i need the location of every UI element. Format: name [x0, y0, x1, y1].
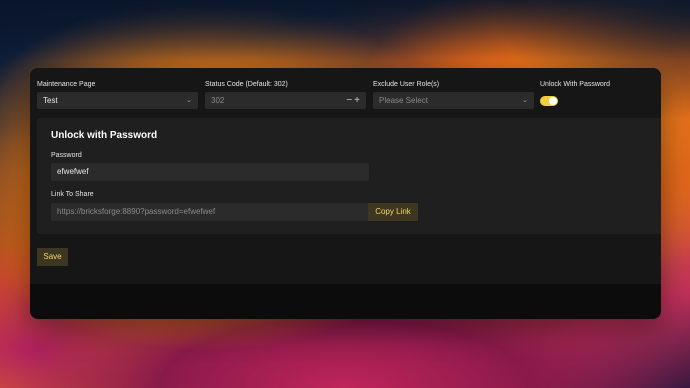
password-value: efwefwef — [57, 167, 89, 176]
chevron-down-icon: ⌄ — [522, 97, 528, 104]
exclude-roles-select[interactable]: Please Select ⌄ — [373, 92, 534, 109]
maintenance-page-select[interactable]: Test ⌄ — [37, 92, 198, 109]
status-code-label: Status Code (Default: 302) — [205, 81, 288, 88]
link-label: Link To Share — [51, 191, 94, 198]
minus-icon[interactable]: − — [346, 95, 354, 106]
unlock-section-title: Unlock with Password — [51, 130, 158, 141]
unlock-password-toggle[interactable] — [540, 96, 558, 106]
unlock-section: Unlock with Password Password efwefwef L… — [37, 118, 661, 234]
status-code-stepper[interactable]: −+ — [346, 92, 362, 109]
status-code-placeholder: 302 — [211, 96, 225, 105]
password-label: Password — [51, 152, 82, 159]
save-button[interactable]: Save — [37, 248, 68, 266]
maintenance-page-label: Maintenance Page — [37, 81, 96, 88]
chevron-down-icon: ⌄ — [186, 97, 192, 104]
settings-window: Maintenance Page Test ⌄ Status Code (Def… — [30, 68, 661, 319]
password-field[interactable]: efwefwef — [51, 163, 369, 181]
share-link-value: https://bricksforge:8890?password=efwefw… — [57, 207, 216, 216]
status-code-input[interactable]: 302 −+ — [205, 92, 366, 109]
unlock-toggle-label: Unlock With Password — [540, 81, 611, 88]
settings-panel: Maintenance Page Test ⌄ Status Code (Def… — [30, 68, 661, 284]
share-link-field[interactable]: https://bricksforge:8890?password=efwefw… — [51, 203, 369, 221]
maintenance-page-value: Test — [43, 96, 58, 105]
copy-link-button[interactable]: Copy Link — [368, 203, 418, 221]
plus-icon[interactable]: + — [354, 95, 362, 106]
exclude-roles-label: Exclude User Role(s) — [373, 81, 440, 88]
toggle-knob — [549, 97, 557, 105]
exclude-roles-placeholder: Please Select — [379, 96, 428, 105]
